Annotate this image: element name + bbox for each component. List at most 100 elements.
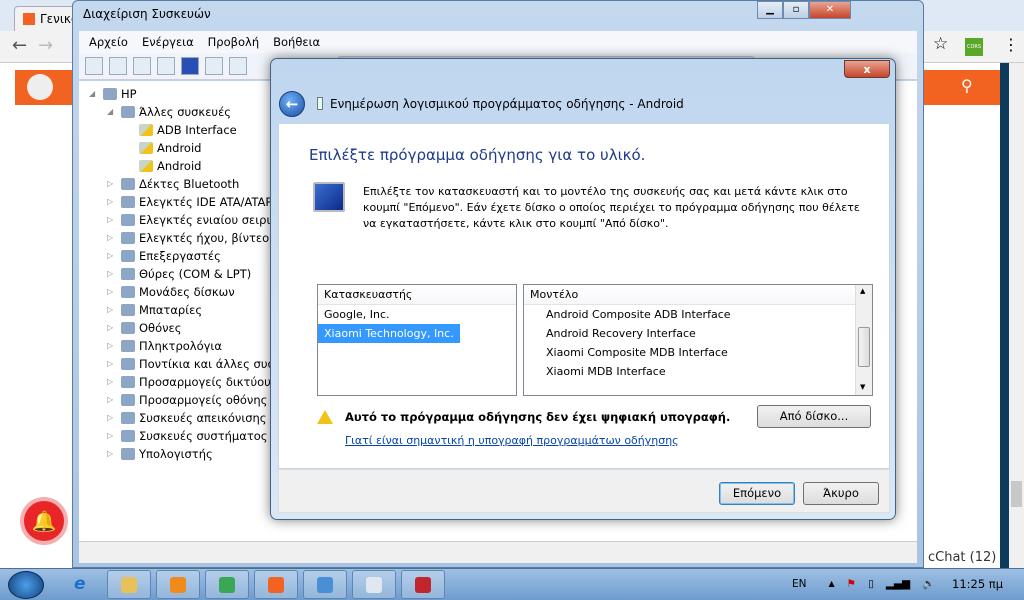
device-category-icon — [121, 286, 135, 298]
dialog-close-button[interactable]: x — [844, 60, 890, 78]
action-pane-icon[interactable] — [205, 57, 223, 75]
model-item[interactable]: Xiaomi MDB Interface — [524, 362, 872, 381]
device-icon — [317, 97, 323, 110]
minimize-button[interactable]: ▁ — [757, 1, 783, 19]
properties-icon[interactable] — [157, 57, 175, 75]
back-arrow-icon[interactable] — [85, 57, 103, 75]
scrollbar-thumb[interactable] — [858, 327, 870, 367]
start-button[interactable] — [8, 571, 44, 599]
scan-hardware-icon[interactable] — [229, 57, 247, 75]
expander-icon[interactable]: ▷ — [107, 265, 117, 283]
next-button[interactable]: Επόμενο — [719, 482, 795, 505]
taskbar-app-mi[interactable] — [254, 570, 298, 599]
help-icon[interactable] — [181, 57, 199, 75]
page-scrollbar[interactable] — [1009, 63, 1024, 568]
taskbar-app-firewall[interactable] — [401, 570, 445, 599]
device-category-icon — [121, 412, 135, 424]
site-search-icon[interactable]: ⚲ — [961, 76, 973, 95]
menu-icon[interactable]: ⋮ — [1003, 35, 1019, 54]
expander-icon[interactable]: ◢ — [89, 85, 99, 103]
forward-icon[interactable]: → — [38, 35, 53, 56]
menu-help[interactable]: Βοήθεια — [273, 35, 320, 49]
expander-icon[interactable]: ▷ — [107, 247, 117, 265]
expander-icon[interactable]: ▷ — [107, 211, 117, 229]
power-icon[interactable]: ▯ — [868, 578, 874, 590]
chat-widget[interactable]: cChat (12) — [928, 550, 996, 565]
language-indicator[interactable]: EN — [792, 578, 807, 590]
show-hidden-icons[interactable]: ▲ — [829, 579, 835, 588]
taskbar-app-app[interactable] — [303, 570, 347, 599]
model-item[interactable]: Xiaomi Composite MDB Interface — [524, 343, 872, 362]
tree-node-label: HP — [121, 87, 137, 101]
device-category-icon — [103, 88, 117, 100]
cors-extension-icon[interactable]: CORS — [965, 38, 983, 56]
media-icon — [170, 576, 186, 593]
tree-node-label: Υπολογιστής — [139, 447, 213, 461]
tree-node-label: Επεξεργαστές — [139, 249, 221, 263]
forward-arrow-icon[interactable] — [109, 57, 127, 75]
dialog-title-text: Ενημέρωση λογισμικού προγράμματος οδήγησ… — [330, 97, 684, 111]
expander-icon[interactable]: ▷ — [107, 193, 117, 211]
expander-icon[interactable]: ▷ — [107, 301, 117, 319]
expander-icon[interactable]: ▷ — [107, 319, 117, 337]
show-hide-console-icon[interactable] — [133, 57, 151, 75]
back-icon[interactable]: ← — [12, 35, 27, 56]
expander-icon[interactable]: ▷ — [107, 373, 117, 391]
warning-device-icon — [139, 124, 153, 136]
manufacturer-item-selected[interactable]: Xiaomi Technology, Inc. — [318, 324, 460, 343]
taskbar-app-explorer[interactable] — [107, 570, 151, 599]
model-item[interactable]: Android Recovery Interface — [524, 324, 872, 343]
action-center-icon[interactable]: ⚑ — [847, 578, 856, 590]
device-category-icon — [121, 106, 135, 118]
tree-node-label: Προσαρμογείς δικτύου — [139, 375, 271, 389]
taskbar-app-chrome[interactable] — [205, 570, 249, 599]
expander-icon[interactable]: ▷ — [107, 283, 117, 301]
side-bar — [1000, 63, 1009, 568]
menu-action[interactable]: Ενέργεια — [142, 35, 194, 49]
site-logo-icon[interactable] — [27, 74, 53, 100]
close-button[interactable]: ✕ — [809, 1, 851, 19]
tree-node-label: Προσαρμογείς οθόνης — [139, 393, 268, 407]
model-list[interactable]: Μοντέλο Android Composite ADB Interface … — [523, 284, 873, 396]
cancel-button[interactable]: Άκυρο — [803, 482, 879, 505]
model-item[interactable]: Android Composite ADB Interface — [524, 305, 872, 324]
warning-device-icon — [139, 160, 153, 172]
expander-icon[interactable]: ▷ — [107, 427, 117, 445]
taskbar-app-notepad[interactable] — [352, 570, 396, 599]
model-list-scrollbar[interactable]: ▲ ▼ — [855, 285, 872, 395]
driver-signing-link[interactable]: Γιατί είναι σημαντική η υπογραφή προγραμ… — [345, 434, 679, 447]
tree-node-label: Android — [157, 159, 202, 173]
menu-view[interactable]: Προβολή — [208, 35, 259, 49]
expander-icon[interactable]: ▷ — [107, 391, 117, 409]
status-bar — [79, 541, 917, 563]
back-button[interactable]: ← — [279, 91, 305, 117]
expander-icon[interactable]: ▷ — [107, 229, 117, 247]
expander-icon[interactable]: ▷ — [107, 355, 117, 373]
volume-icon[interactable]: 🔈 — [922, 577, 935, 590]
tree-node-label: Θύρες (COM & LPT) — [139, 267, 252, 281]
explorer-icon — [121, 576, 137, 593]
expander-icon[interactable]: ◢ — [107, 103, 117, 121]
maximize-button[interactable]: ▫ — [783, 1, 809, 19]
clock[interactable]: 11:25 πμ — [952, 577, 1003, 591]
expander-icon[interactable]: ▷ — [107, 409, 117, 427]
warning-device-icon — [139, 142, 153, 154]
internet-explorer-icon[interactable]: e — [74, 574, 86, 594]
expander-icon[interactable]: ▷ — [107, 337, 117, 355]
device-category-icon — [121, 232, 135, 244]
scroll-up-icon[interactable]: ▲ — [860, 287, 865, 295]
tree-node-label: Δέκτες Bluetooth — [139, 177, 240, 191]
network-icon[interactable]: ▂▄▆ — [886, 578, 910, 590]
notification-bell-button[interactable]: 🔔 — [20, 497, 68, 545]
expander-icon[interactable]: ▷ — [107, 175, 117, 193]
manufacturer-item[interactable]: Google, Inc. — [318, 305, 516, 324]
have-disk-button[interactable]: Από δίσκο... — [757, 405, 871, 428]
expander-icon[interactable]: ▷ — [107, 445, 117, 463]
model-header: Μοντέλο — [524, 285, 855, 305]
bookmark-star-icon[interactable]: ☆ — [933, 34, 948, 54]
scroll-down-icon[interactable]: ▼ — [860, 383, 865, 391]
device-category-icon — [121, 250, 135, 262]
menu-file[interactable]: Αρχείο — [89, 35, 128, 49]
manufacturer-list[interactable]: Κατασκευαστής Google, Inc. Xiaomi Techno… — [317, 284, 517, 396]
taskbar-app-media[interactable] — [156, 570, 200, 599]
